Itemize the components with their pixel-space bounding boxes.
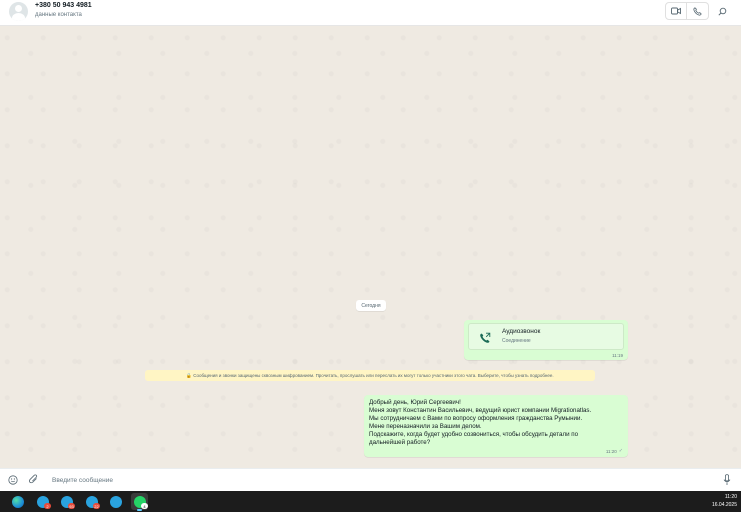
taskbar-telegram-2[interactable]: 93 [58,493,75,510]
message-composer [0,468,741,491]
avatar[interactable] [9,2,28,21]
unread-badge: 4 [141,503,148,509]
message-line: Мы сотрудничаем с Вами по вопросу оформл… [369,415,583,422]
taskbar-telegram-3[interactable]: 22 [83,493,100,510]
voice-call-button[interactable] [687,2,709,20]
edge-icon [11,495,24,508]
clock-date: 16.04.2025 [711,502,737,508]
message-input[interactable] [48,473,708,488]
taskbar-whatsapp[interactable]: 4 [131,493,148,511]
message-line: Мене переназначили за Вашим делом. [369,423,482,430]
contact-subtitle[interactable]: данные контакта [35,12,82,18]
search-icon [717,7,726,16]
taskbar-edge[interactable] [9,493,26,510]
call-status: Соединение [502,338,531,344]
encryption-notice[interactable]: 🔒 Сообщения и звонки защищены сквозным ш… [145,370,595,381]
outgoing-message[interactable]: Добрый день, Юрий Сергеевич! Меня зовут … [364,395,628,457]
outgoing-call-icon [480,332,491,343]
contact-name[interactable]: +380 50 943 4981 [35,2,92,9]
chat-header: +380 50 943 4981 данные контакта [0,0,741,26]
message-line: Подскажите, когда будет удобно созвонить… [369,431,579,438]
unread-badge: 93 [68,503,75,509]
microphone-icon[interactable] [723,474,731,486]
message-meta: 11:20 ✓ [606,448,623,454]
call-card[interactable]: Аудиозвонок Соединение [468,323,624,350]
unread-badge: 22 [93,503,100,509]
date-separator: Сегодня [356,300,386,311]
taskbar-telegram-4[interactable] [107,493,124,510]
message-time: 11:20 [605,448,617,454]
emoji-icon[interactable] [8,475,18,485]
search-button[interactable] [711,2,733,20]
video-call-button[interactable] [665,2,687,20]
telegram-icon [109,495,122,508]
clock-time: 11:20 [724,494,737,500]
os-taskbar: 2 93 22 4 11:20 16.04.2025 [0,491,741,512]
single-check-icon: ✓ [618,448,623,454]
call-title: Аудиозвонок [502,328,541,335]
message-line: дальнейшей работе? [369,439,431,446]
taskbar-telegram-1[interactable]: 2 [34,493,51,510]
voice-call-icon [693,6,702,16]
unread-badge: 2 [44,503,51,509]
chat-area[interactable]: Сегодня Аудиозвонок Соединение 11:19 🔒 С… [0,27,741,467]
message-line: Меня зовут Константин Васильевич, ведущи… [369,407,592,414]
header-actions [665,2,733,20]
paperclip-icon[interactable] [29,474,39,485]
message-line: Добрый день, Юрий Сергеевич! [369,399,461,406]
system-clock[interactable]: 11:20 16.04.2025 [712,493,737,509]
video-call-icon [671,7,681,15]
call-time: 11:19 [612,353,623,358]
call-message[interactable]: Аудиозвонок Соединение 11:19 [464,320,628,360]
